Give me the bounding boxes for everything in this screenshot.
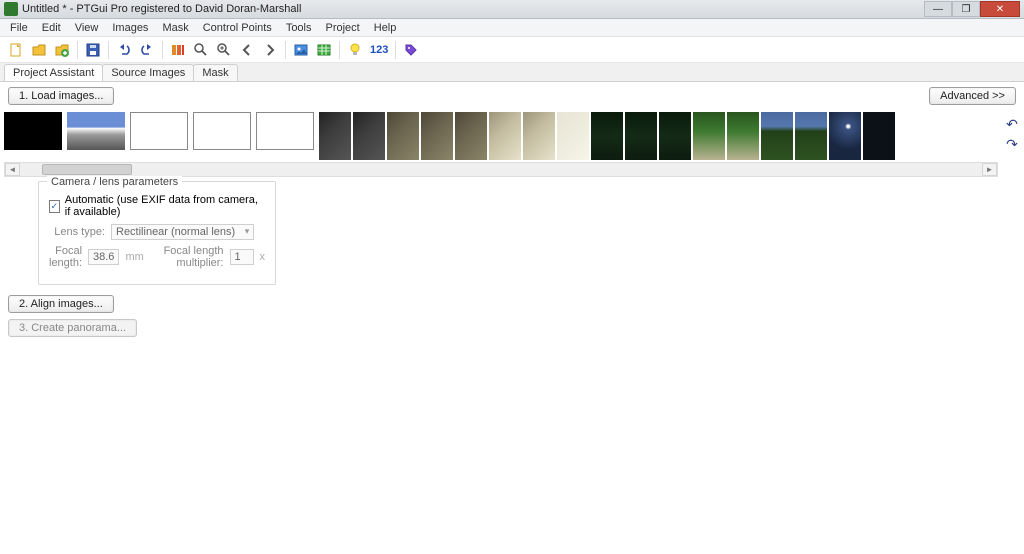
add-images-icon[interactable] <box>52 40 72 60</box>
thumbnail[interactable] <box>193 112 251 150</box>
next-icon[interactable] <box>260 40 280 60</box>
menu-bar: File Edit View Images Mask Control Point… <box>0 19 1024 37</box>
thumbnail-side-controls: ↶ ↷ <box>1002 110 1024 181</box>
window-title: Untitled * - PTGui Pro registered to Dav… <box>22 3 924 15</box>
rotate-cw-icon[interactable]: ↷ <box>1004 136 1020 152</box>
prev-icon[interactable] <box>237 40 257 60</box>
thumbnail[interactable] <box>795 112 827 160</box>
redo-icon[interactable] <box>137 40 157 60</box>
thumbnail-scrollbar[interactable]: ◄ ► <box>4 162 998 177</box>
auto-exif-row: ✓ Automatic (use EXIF data from camera, … <box>49 194 265 218</box>
thumbnail[interactable] <box>67 112 125 150</box>
thumbnail-area: ◄ ► ↶ ↷ <box>0 110 1024 181</box>
tab-mask[interactable]: Mask <box>193 64 237 81</box>
number-indicator[interactable]: 123 <box>368 44 390 56</box>
thumbnail[interactable] <box>829 112 861 160</box>
menu-project[interactable]: Project <box>320 21 366 35</box>
save-icon[interactable] <box>83 40 103 60</box>
thumbnail[interactable] <box>4 112 62 150</box>
thumbnail[interactable] <box>387 112 419 160</box>
thumbnail[interactable] <box>353 112 385 160</box>
load-images-button[interactable]: 1. Load images... <box>8 87 114 105</box>
scroll-left-icon[interactable]: ◄ <box>5 163 20 176</box>
thumbnail[interactable] <box>659 112 691 160</box>
menu-images[interactable]: Images <box>106 21 154 35</box>
thumbnail[interactable] <box>625 112 657 160</box>
toolbar-separator <box>77 41 78 59</box>
tab-project-assistant[interactable]: Project Assistant <box>4 64 103 81</box>
thumbnail[interactable] <box>727 112 759 160</box>
edit-panorama-icon[interactable] <box>191 40 211 60</box>
lightbulb-icon[interactable] <box>345 40 365 60</box>
open-project-icon[interactable] <box>29 40 49 60</box>
zoom-icon[interactable] <box>214 40 234 60</box>
multiplier-input[interactable]: 1 <box>230 249 254 265</box>
preview-icon[interactable] <box>291 40 311 60</box>
focal-length-unit: mm <box>125 251 143 263</box>
multiplier-label: Focal length multiplier: <box>159 245 223 269</box>
tag-icon[interactable] <box>401 40 421 60</box>
menu-control-points[interactable]: Control Points <box>197 21 278 35</box>
menu-view[interactable]: View <box>69 21 105 35</box>
app-icon <box>4 2 18 16</box>
thumbnail[interactable] <box>319 112 351 160</box>
focal-length-input[interactable]: 38.6 <box>88 249 119 265</box>
menu-file[interactable]: File <box>4 21 34 35</box>
undo-icon[interactable] <box>114 40 134 60</box>
scroll-right-icon[interactable]: ► <box>982 163 997 176</box>
thumbnail[interactable] <box>130 112 188 150</box>
assistant-bottom-buttons: 2. Align images... 3. Create panorama... <box>0 293 1024 339</box>
camera-lens-group: Camera / lens parameters ✓ Automatic (us… <box>38 181 276 285</box>
lens-type-row: Lens type: Rectilinear (normal lens) <box>49 224 265 240</box>
window-controls: — ❐ ✕ <box>924 1 1020 17</box>
lens-type-select[interactable]: Rectilinear (normal lens) <box>111 224 254 240</box>
scroll-thumb[interactable] <box>42 164 132 175</box>
thumbnail-row <box>4 112 998 160</box>
toolbar-separator <box>285 41 286 59</box>
assistant-top-row: 1. Load images... Advanced >> <box>0 82 1024 110</box>
thumbnail[interactable] <box>761 112 793 160</box>
align-images-button[interactable]: 2. Align images... <box>8 295 114 313</box>
thumbnail[interactable] <box>455 112 487 160</box>
tab-source-images[interactable]: Source Images <box>102 64 194 81</box>
thumbnail[interactable] <box>557 112 589 160</box>
toolbar-separator <box>339 41 340 59</box>
advanced-button[interactable]: Advanced >> <box>929 87 1016 105</box>
toolbar-separator <box>395 41 396 59</box>
thumbnail[interactable] <box>489 112 521 160</box>
minimize-button[interactable]: — <box>924 1 952 17</box>
menu-mask[interactable]: Mask <box>156 21 194 35</box>
multiplier-unit: x <box>260 251 266 263</box>
thumbnail[interactable] <box>863 112 895 160</box>
toolbar-separator <box>162 41 163 59</box>
focal-length-label: Focal length: <box>49 245 82 269</box>
focal-length-row: Focal length: 38.6 mm Focal length multi… <box>49 245 265 269</box>
new-project-icon[interactable] <box>6 40 26 60</box>
auto-exif-checkbox[interactable]: ✓ <box>49 200 60 213</box>
maximize-button[interactable]: ❐ <box>952 1 980 17</box>
thumbnail[interactable] <box>256 112 314 150</box>
camera-lens-title: Camera / lens parameters <box>47 176 182 188</box>
tab-content: 1. Load images... Advanced >> ◄ ► ↶ ↷ Ca… <box>0 81 1024 339</box>
toolbar: 123 <box>0 37 1024 63</box>
align-icon[interactable] <box>168 40 188 60</box>
title-bar: Untitled * - PTGui Pro registered to Dav… <box>0 0 1024 19</box>
thumbnail[interactable] <box>591 112 623 160</box>
menu-tools[interactable]: Tools <box>280 21 318 35</box>
thumbnail[interactable] <box>693 112 725 160</box>
toolbar-separator <box>108 41 109 59</box>
rotate-ccw-icon[interactable]: ↶ <box>1004 116 1020 132</box>
create-panorama-button[interactable]: 3. Create panorama... <box>8 319 137 337</box>
menu-edit[interactable]: Edit <box>36 21 67 35</box>
lens-type-label: Lens type: <box>49 226 105 238</box>
thumbnail[interactable] <box>421 112 453 160</box>
thumbnail[interactable] <box>523 112 555 160</box>
grid-icon[interactable] <box>314 40 334 60</box>
close-button[interactable]: ✕ <box>980 1 1020 17</box>
tab-bar: Project Assistant Source Images Mask <box>0 63 1024 81</box>
auto-exif-label: Automatic (use EXIF data from camera, if… <box>65 194 265 218</box>
menu-help[interactable]: Help <box>368 21 403 35</box>
